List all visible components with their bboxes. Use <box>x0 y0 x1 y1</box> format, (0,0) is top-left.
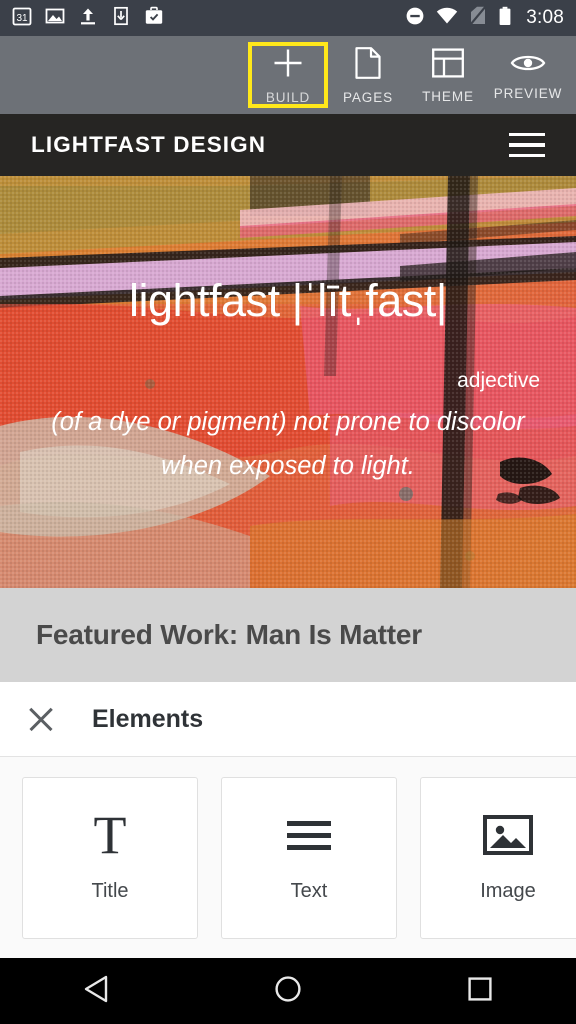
home-circle-icon <box>274 975 302 1008</box>
elements-panel-header: Elements <box>0 682 576 757</box>
hero-section: lightfast |ˈlītˌfast| adjective (of a dy… <box>0 176 576 588</box>
upload-icon <box>78 6 98 31</box>
toolbar-item-theme-label: THEME <box>422 88 474 104</box>
status-clock: 3:08 <box>526 7 564 28</box>
status-notification-icons: 31 <box>12 6 164 31</box>
android-nav-bar <box>0 958 576 1024</box>
no-sim-icon <box>469 5 487 31</box>
hero-part-of-speech: adjective <box>457 369 540 393</box>
phone-screen: 31 3:08 BUILD PAGES THEME PREVIEW LIGHTF… <box>0 0 576 1024</box>
app-toolbar: BUILD PAGES THEME PREVIEW <box>0 36 576 114</box>
site-logo-title: LIGHTFAST DESIGN <box>31 132 267 157</box>
element-card-image-label: Image <box>480 880 536 902</box>
elements-card-list[interactable]: T Title Text Image <box>0 757 576 958</box>
element-card-title[interactable]: T Title <box>22 776 198 939</box>
text-lines-icon <box>287 812 331 858</box>
hero-text-block: lightfast |ˈlītˌfast| adjective (of a dy… <box>0 176 576 588</box>
site-preview[interactable]: LIGHTFAST DESIGN lightfast |ˈlītˌfast| a… <box>0 114 576 682</box>
featured-work-section: Featured Work: Man Is Matter <box>0 588 576 682</box>
hamburger-menu-icon[interactable] <box>509 132 545 158</box>
toolbar-item-theme[interactable]: THEME <box>408 42 488 108</box>
back-triangle-icon <box>83 975 109 1008</box>
photo-icon <box>45 6 65 31</box>
wifi-icon <box>436 7 458 30</box>
recents-button[interactable] <box>435 958 525 1024</box>
toolbar-item-pages[interactable]: PAGES <box>328 42 408 108</box>
element-card-title-label: Title <box>91 880 129 902</box>
serif-t-icon: T <box>94 808 127 862</box>
do-not-disturb-icon <box>405 6 425 31</box>
element-card-text[interactable]: Text <box>221 776 397 939</box>
plus-icon <box>271 46 305 85</box>
eye-icon <box>510 50 546 81</box>
battery-icon <box>498 6 512 31</box>
toolbar-item-build[interactable]: BUILD <box>248 42 328 108</box>
toolbar-item-preview-label: PREVIEW <box>493 85 563 101</box>
status-system-icons: 3:08 <box>405 5 564 31</box>
recents-square-icon <box>467 976 493 1007</box>
android-status-bar: 31 3:08 <box>0 0 576 36</box>
page-document-icon <box>353 46 383 85</box>
download-to-device-icon <box>111 6 131 31</box>
svg-text:31: 31 <box>16 13 28 24</box>
close-icon[interactable] <box>24 702 58 736</box>
hero-headline: lightfast |ˈlītˌfast| <box>129 275 447 327</box>
site-header: LIGHTFAST DESIGN <box>0 114 576 176</box>
calendar-icon: 31 <box>12 6 32 31</box>
layout-template-icon <box>431 47 465 84</box>
toolbar-item-build-label: BUILD <box>265 89 311 105</box>
elements-panel-title: Elements <box>92 704 204 733</box>
home-button[interactable] <box>243 958 333 1024</box>
hero-definition: (of a dye or pigment) not prone to disco… <box>51 408 525 480</box>
back-button[interactable] <box>51 958 141 1024</box>
toolbar-item-pages-label: PAGES <box>342 89 394 105</box>
work-briefcase-icon <box>144 6 164 31</box>
image-placeholder-icon <box>483 812 533 858</box>
toolbar-item-preview[interactable]: PREVIEW <box>488 42 568 108</box>
element-card-image[interactable]: Image <box>420 776 576 939</box>
serif-t-glyph: T <box>93 805 127 865</box>
element-card-text-label: Text <box>290 880 328 902</box>
elements-panel: Elements T Title Text Image <box>0 682 576 958</box>
featured-work-title: Featured Work: Man Is Matter <box>36 619 422 650</box>
